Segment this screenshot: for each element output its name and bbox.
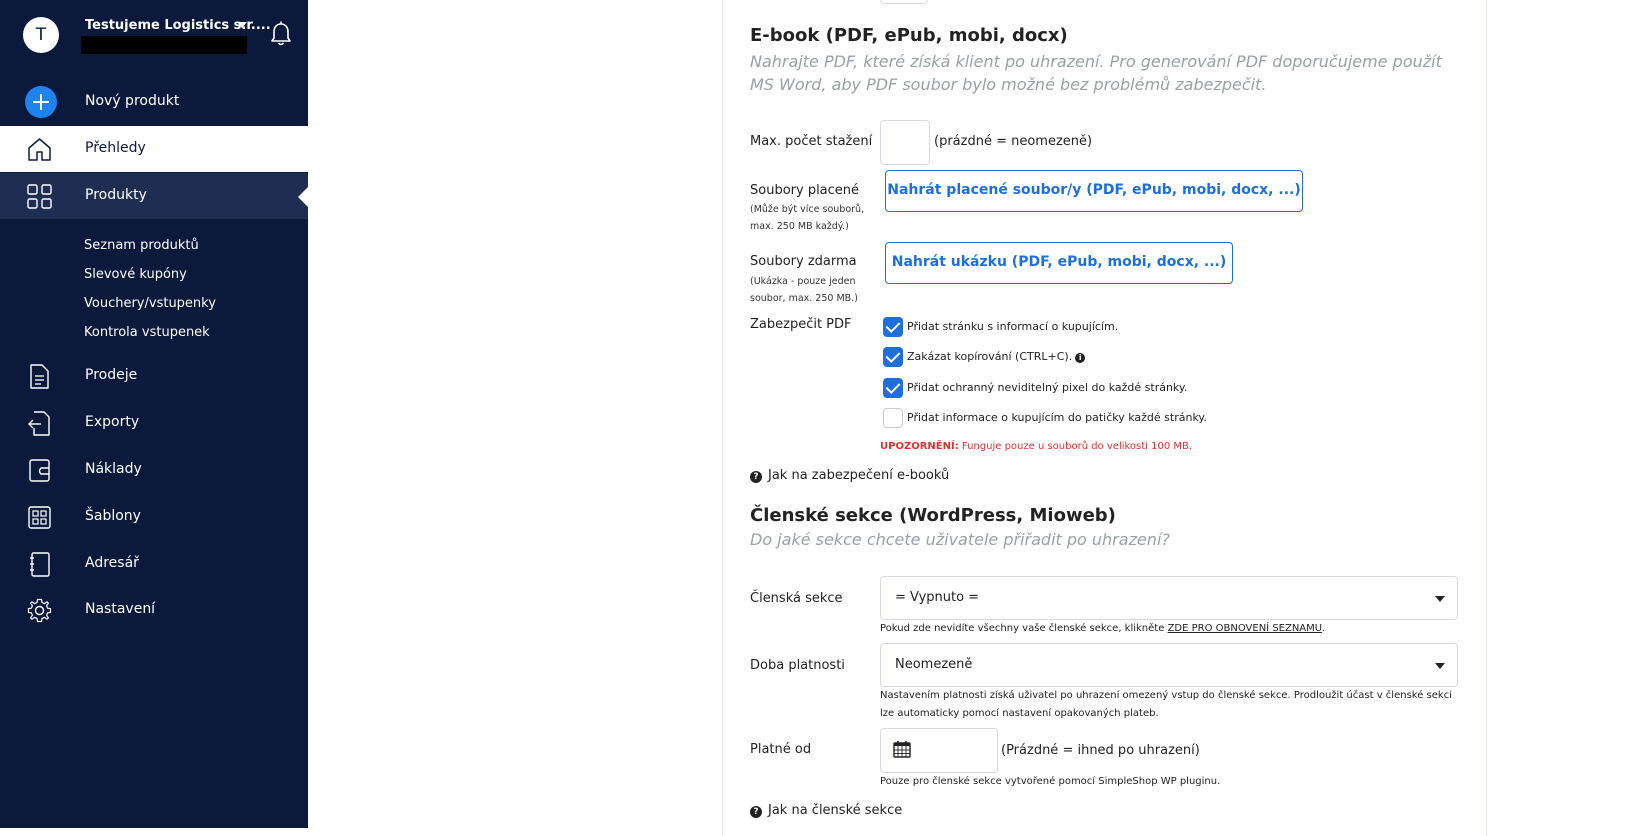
ebook-section-lead: Nahrajte PDF, které získá klient po uhra… [750,52,1442,94]
valid-from-label: Platné od [750,742,812,757]
sidebar-item-sablony[interactable]: Šablony [0,494,308,540]
option-label: Přidat informace o kupujícím do patičky … [907,411,1207,424]
caret-down-icon[interactable] [237,22,247,28]
submenu-vouchery[interactable]: Vouchery/vstupenky [84,296,216,311]
validity-note: Nastavením platnosti získá uživatel po u… [880,690,1452,719]
avatar: T [23,17,59,53]
grid-icon [27,184,52,209]
note-text: Pokud zde nevidíte všechny vaše členské … [880,623,1165,634]
option-label: Přidat stránku s informací o kupujícím. [907,320,1119,333]
max-downloads-hint: (prázdné = neomezeně) [934,134,1093,149]
option-label: Přidat ochranný neviditelný pixel do kaž… [907,381,1188,394]
sidebar-item-naklady[interactable]: Náklady [0,447,308,493]
checkbox-invisible-pixel[interactable] [883,378,903,398]
free-files-note: (Ukázka - pouze jeden soubor, max. 250 M… [750,276,858,304]
valid-from-date-input[interactable] [880,728,998,773]
wallet-icon [29,459,50,482]
sidebar-item-prodeje[interactable]: Prodeje [0,353,308,399]
max-downloads-label: Max. počet stažení [750,134,873,149]
sidebar-item-produkty[interactable]: Produkty [0,173,308,219]
members-help-link[interactable]: ? Jak na členské sekce [750,803,902,818]
plus-icon[interactable] [25,86,57,118]
gear-icon [27,598,52,623]
validity-label: Doba platnosti [750,658,845,673]
members-section-lead: Do jaké sekce chcete uživatele přiřadit … [750,530,1170,549]
sidebar-item-label: Exporty [85,414,140,430]
home-icon [28,138,51,161]
member-section-note: Pokud zde nevidíte všechny vaše členské … [880,623,1326,634]
sidebar-item-label: Přehledy [85,140,146,156]
sidebar-item-label: Adresář [85,555,139,571]
sidebar-item-exporty[interactable]: Exporty [0,400,308,446]
account-switcher[interactable]: T Testujeme Logistics s.r.... [0,0,308,70]
sidebar-item-label: Náklady [85,461,142,477]
upload-paid-files-button[interactable]: Nahrát placené soubor/y (PDF, ePub, mobi… [885,170,1303,212]
checkbox-disable-copy[interactable] [883,347,903,367]
question-icon: ? [750,471,762,483]
warning-text: UPOZORNĚNÍ: Funguje pouze u souborů do v… [880,441,1192,452]
checkbox-footer-info[interactable] [883,408,903,428]
paid-files-label: Soubory placené [750,183,860,198]
option-label-text: Zakázat kopírování (CTRL+C). [907,350,1073,363]
sidebar-item-label: Produkty [85,187,147,203]
submenu-kontrola-vstupenek[interactable]: Kontrola vstupenek [84,325,210,340]
sidebar-item-label: Nastavení [85,601,156,617]
paid-files-note: (Může být více souborů, max. 250 MB každ… [750,204,865,232]
submenu-seznam-produktu[interactable]: Seznam produktů [84,238,199,253]
secure-pdf-label: Zabezpečit PDF [750,317,852,332]
new-product-label: Nový produkt [85,93,180,109]
max-downloads-input[interactable] [880,120,930,165]
validity-select[interactable]: Neomezeně [880,643,1458,687]
calendar-icon [893,741,911,758]
submenu-slevove-kupony[interactable]: Slevové kupóny [84,267,187,282]
members-help-link-text: Jak na členské sekce [768,803,903,818]
ebook-section-title: E-book (PDF, ePub, mobi, docx) [750,25,1068,46]
select-value: = Vypnuto = [895,590,980,605]
ebook-help-link[interactable]: ? Jak na zabezpečení e-booků [750,468,949,483]
sidebar-item-label: Prodeje [85,367,138,383]
redacted-email [81,36,247,54]
upload-sample-button[interactable]: Nahrát ukázku (PDF, ePub, mobi, docx, ..… [885,242,1233,284]
valid-from-hint: (Prázdné = ihned po uhrazení) [1001,743,1200,758]
question-icon: ? [750,806,762,818]
caret-down-icon [1435,596,1445,602]
document-icon [30,364,49,389]
refresh-list-link[interactable]: ZDE PRO OBNOVENÍ SEZNAMU [1168,623,1323,634]
warning-message: Funguje pouze u souborů do velikosti 100… [961,441,1193,452]
checkbox-buyer-info-page[interactable] [883,317,903,337]
template-icon [28,506,51,529]
info-icon[interactable]: i [1075,353,1086,363]
sidebar-item-nastaveni[interactable]: Nastavení [0,587,308,633]
select-value: Neomezeně [895,657,973,672]
member-section-select[interactable]: = Vypnuto = [880,576,1458,620]
bell-icon[interactable] [270,21,292,47]
sidebar: T Testujeme Logistics s.r.... Nový produ… [0,0,308,828]
valid-from-note: Pouze pro členské sekce vytvořené pomocí… [880,776,1221,787]
sidebar-item-adresar[interactable]: Adresář [0,541,308,587]
option-label: Zakázat kopírování (CTRL+C). i [907,350,1086,363]
previous-field-edge [880,0,928,4]
members-section-title: Členské sekce (WordPress, Mioweb) [750,505,1116,526]
caret-down-icon [1435,663,1445,669]
sidebar-item-label: Šablony [85,508,141,524]
warning-strong: UPOZORNĚNÍ: [880,441,959,452]
export-icon [28,411,50,436]
sidebar-item-prehledy[interactable]: Přehledy [0,126,308,172]
active-indicator [298,187,308,207]
ebook-help-link-text: Jak na zabezpečení e-booků [768,468,950,483]
member-section-label: Členská sekce [750,591,843,606]
free-files-label: Soubory zdarma [750,254,857,269]
address-book-icon [30,552,50,577]
